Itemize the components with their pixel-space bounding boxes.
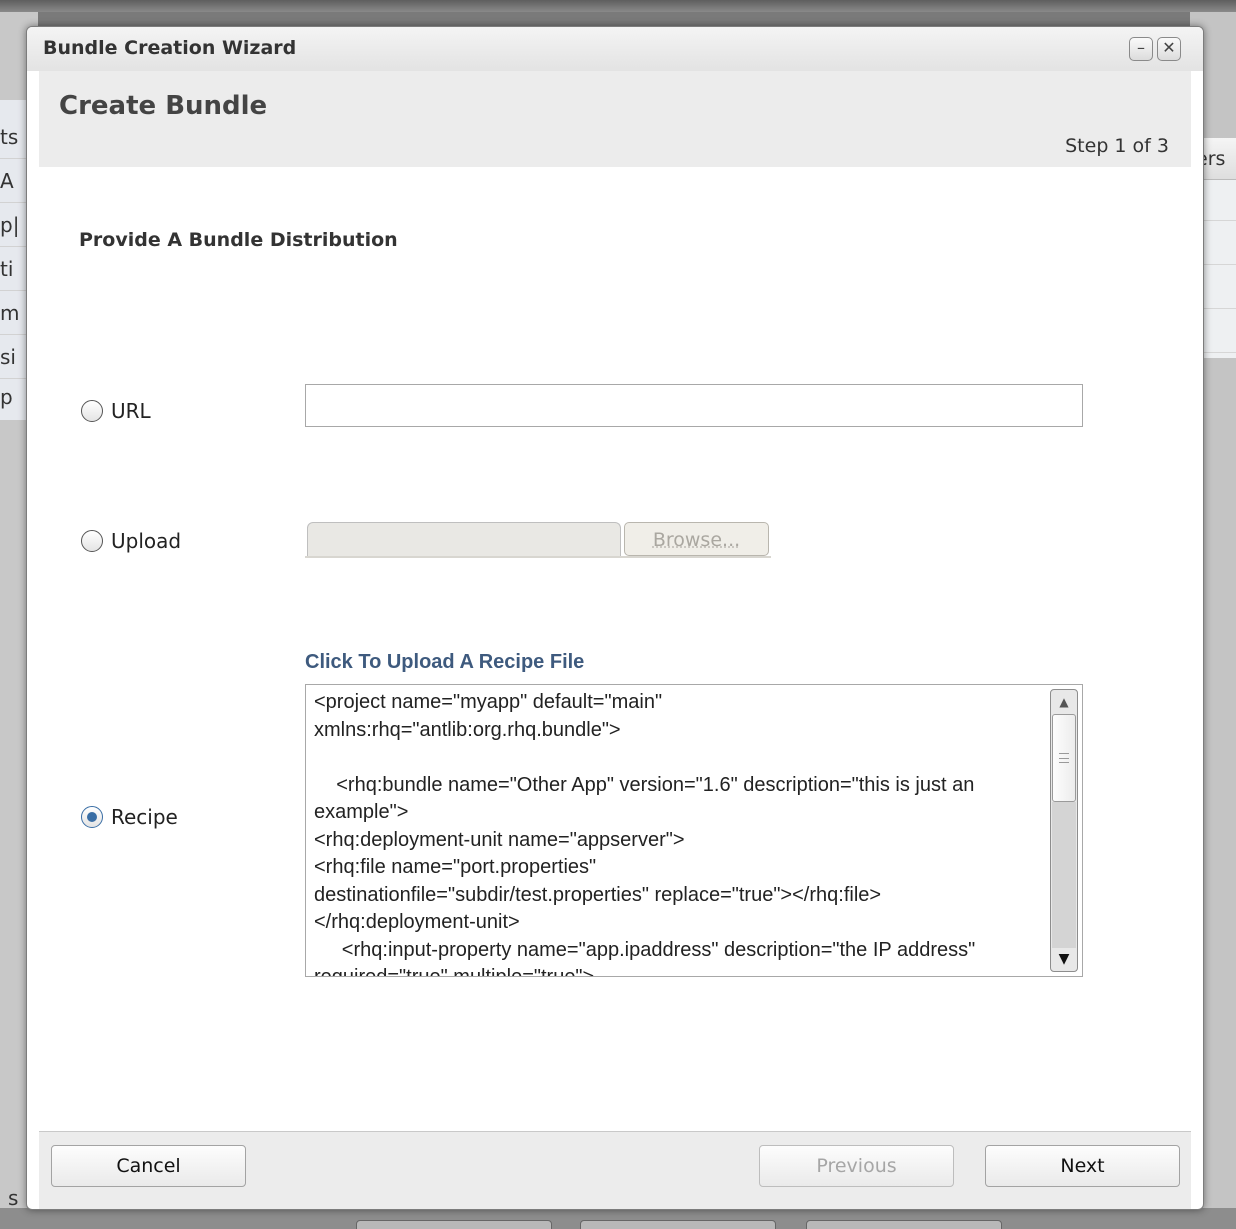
url-radio[interactable] — [81, 400, 103, 422]
scroll-thumb[interactable] — [1052, 714, 1076, 802]
upload-recipe-link[interactable]: Click To Upload A Recipe File — [305, 651, 584, 674]
url-radio-label: URL — [111, 399, 151, 423]
background-top — [0, 0, 1236, 12]
upload-option[interactable]: Upload — [81, 527, 181, 555]
wizard-header: Create Bundle Step 1 of 3 — [39, 71, 1191, 167]
wizard-footer: Cancel Previous Next — [39, 1131, 1191, 1209]
upload-radio-label: Upload — [111, 529, 182, 553]
recipe-radio-label: Recipe — [111, 805, 178, 829]
recipe-option[interactable]: Recipe — [81, 803, 178, 831]
url-option[interactable]: URL — [81, 397, 151, 425]
page-title: Create Bundle — [59, 91, 268, 121]
recipe-content[interactable]: <project name="myapp" default="main" xml… — [314, 689, 1044, 976]
scroll-track[interactable] — [1052, 802, 1076, 948]
url-input[interactable] — [305, 384, 1083, 427]
section-title: Provide A Bundle Distribution — [79, 229, 398, 251]
previous-button: Previous — [759, 1145, 954, 1187]
scroll-up-icon[interactable]: ▲ — [1052, 691, 1076, 713]
background-bottom-button — [356, 1220, 552, 1229]
cancel-button[interactable]: Cancel — [51, 1145, 246, 1187]
upload-radio[interactable] — [81, 530, 103, 552]
recipe-scrollbar[interactable]: ▲ ▼ — [1050, 689, 1078, 972]
bundle-creation-wizard-dialog: Bundle Creation Wizard – ✕ Create Bundle… — [26, 26, 1204, 1210]
upload-underline — [305, 556, 771, 558]
upload-file-field — [307, 522, 621, 558]
close-button[interactable]: ✕ — [1157, 37, 1181, 61]
scroll-down-icon[interactable]: ▼ — [1052, 948, 1076, 970]
dialog-title: Bundle Creation Wizard — [43, 37, 297, 59]
recipe-textarea[interactable]: <project name="myapp" default="main" xml… — [305, 684, 1083, 977]
scroll-grip-icon — [1059, 753, 1069, 763]
recipe-radio[interactable] — [81, 806, 103, 828]
browse-button: Browse... — [624, 522, 769, 556]
minimize-icon: – — [1137, 38, 1145, 57]
browse-button-label: Browse... — [652, 529, 741, 551]
background-bottom-button — [806, 1220, 1002, 1229]
step-indicator: Step 1 of 3 — [1065, 135, 1169, 157]
background-bottom-text: s — [8, 1186, 19, 1210]
close-icon: ✕ — [1162, 38, 1176, 57]
dialog-titlebar[interactable]: Bundle Creation Wizard – ✕ — [27, 27, 1203, 71]
next-button[interactable]: Next — [985, 1145, 1180, 1187]
background-bottom-button — [580, 1220, 776, 1229]
minimize-button[interactable]: – — [1129, 37, 1153, 61]
